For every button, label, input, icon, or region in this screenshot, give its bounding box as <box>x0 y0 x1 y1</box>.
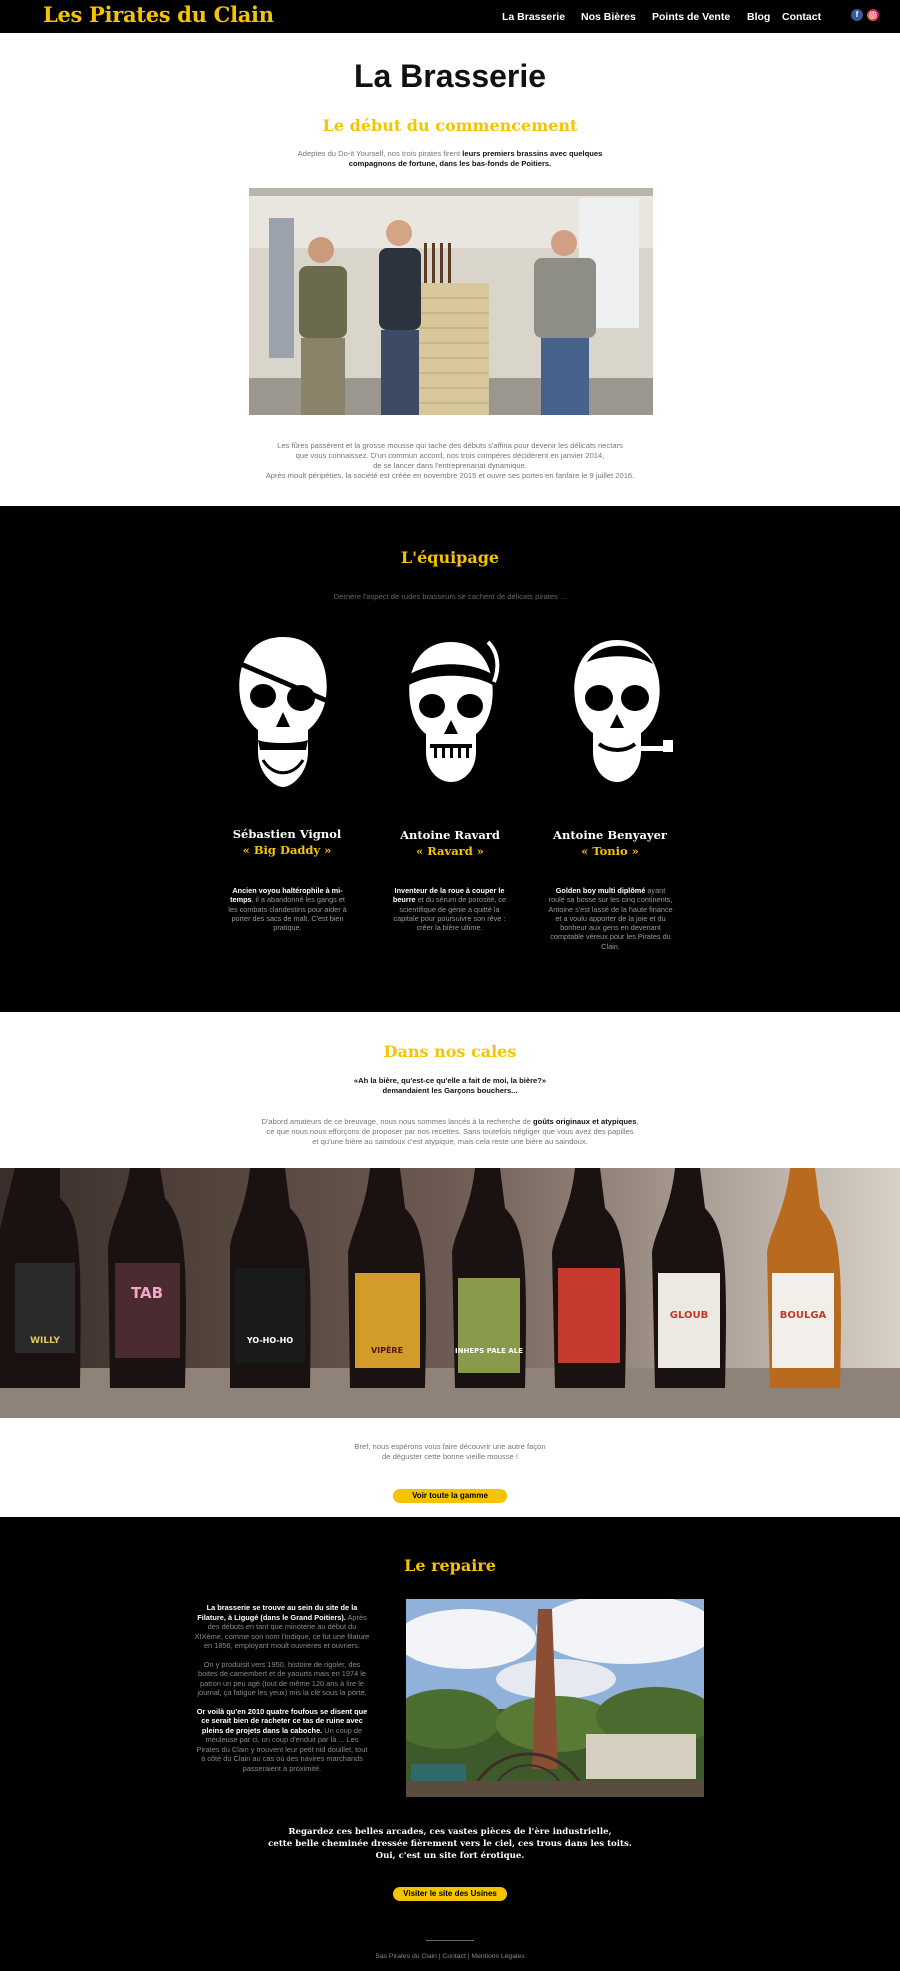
section-subtitle-debut: Le début du commencement <box>322 116 578 135</box>
crew-subtitle: Derrière l'aspect de rudes brasseurs se … <box>333 592 567 601</box>
instagram-icon[interactable] <box>867 9 879 21</box>
bottle-label-willy: WILLY <box>30 1336 60 1346</box>
nav-link-points-de-vente[interactable]: Points de Vente <box>652 11 730 23</box>
voir-gamme-button[interactable]: Voir toute la gamme <box>393 1489 507 1503</box>
page-title: La Brasserie <box>353 58 547 94</box>
bottle-label-tab: TAB <box>131 1284 163 1302</box>
nav-link-contact[interactable]: Contact <box>782 11 821 23</box>
section-title-equipage: L'équipage <box>400 548 500 567</box>
section-title-cales: Dans nos cales <box>383 1042 517 1061</box>
crew-desc-ravard: Inventeur de la roue à couper le beurre … <box>392 886 507 933</box>
nav-link-la-brasserie[interactable]: La Brasserie <box>502 11 565 23</box>
bottle-label-boulga: BOULGA <box>780 1310 827 1321</box>
repaire-text: La brasserie se trouve au sein du site d… <box>194 1603 370 1773</box>
cales-outro: Bref, nous espérons vous faire découvrir… <box>354 1442 546 1461</box>
site-logo[interactable]: Les Pirates du Clain <box>43 2 274 27</box>
nav-link-nos-bieres[interactable]: Nos Bières <box>581 11 636 23</box>
facebook-icon[interactable]: f <box>851 9 863 21</box>
skull-eyepatch-beard-icon <box>228 632 338 790</box>
skull-pipe-icon <box>565 632 677 790</box>
nav-link-blog[interactable]: Blog <box>747 11 770 23</box>
crew-desc-benyayer: Golden boy multi diplômé ayant roulé sa … <box>548 886 673 951</box>
top-navigation-bar: Les Pirates du Clain La Brasserie Nos Bi… <box>0 0 900 33</box>
bottle-label-inheps: INHEPS PALE ALE <box>455 1347 523 1355</box>
bottle-label-gloub: GLOUB <box>670 1310 708 1321</box>
story-paragraph: Les fûres passèrent et la grosse mousse … <box>265 441 635 480</box>
cales-quote: «Ah la bière, qu'est-ce qu'elle a fait d… <box>353 1076 547 1095</box>
bottle-label-vipere: VIPÈRE <box>371 1344 403 1355</box>
crew-name-benyayer: Antoine Benyayer <box>553 828 667 842</box>
crew-nick-tonio: « Tonio » <box>581 844 639 858</box>
section-title-repaire: Le repaire <box>404 1556 496 1575</box>
beer-bottles-photo: WILLY TAB YO-HO-HO VIPÈRE INHEPS PALE AL… <box>0 1168 900 1418</box>
cales-paragraph: D'abord amateurs de ce breuvage, nous no… <box>261 1117 639 1146</box>
visiter-usines-button[interactable]: Visiter le site des Usines <box>393 1887 507 1901</box>
founders-photo <box>249 188 653 415</box>
skull-bandana-icon <box>398 632 504 790</box>
crew-desc-sebastien: Ancien voyou haltérophile à mi-temps, il… <box>228 886 347 933</box>
filature-photo <box>406 1599 704 1797</box>
intro-paragraph: Adeptes du Do-it Yourself, nos trois pir… <box>297 149 603 168</box>
repaire-quote: Regardez ces belles arcades, ces vastes … <box>268 1827 632 1861</box>
bottle-label-yohoho: YO-HO-HO <box>246 1336 293 1345</box>
footer-divider <box>426 1940 474 1941</box>
footer-links[interactable]: Sas Pirates du Clain | Contact | Mention… <box>250 1952 650 1962</box>
